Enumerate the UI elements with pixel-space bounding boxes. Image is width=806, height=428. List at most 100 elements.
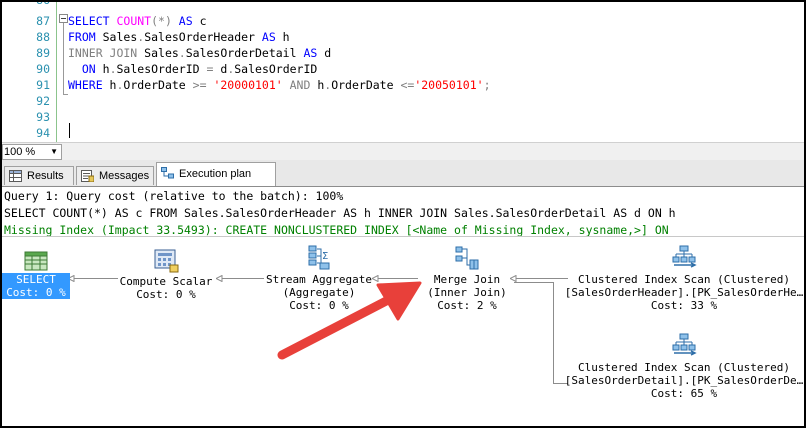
code-token: '20000101'	[213, 78, 290, 92]
node-name: SELECT	[16, 273, 56, 286]
plan-node-select[interactable]: SELECT Cost: 0 %	[2, 251, 70, 299]
plan-connector	[514, 282, 554, 283]
node-name: Clustered Index Scan (Clustered)	[578, 273, 790, 286]
merge-join-icon	[455, 246, 479, 270]
annotation-arrow-icon	[277, 281, 422, 360]
plan-node-compute-scalar[interactable]: Compute Scalar Cost: 0 %	[114, 249, 218, 301]
editor-status-bar: 100 % ▼	[2, 142, 804, 161]
zoom-value: 100 %	[4, 146, 36, 158]
chevron-down-icon: ▼	[50, 147, 58, 156]
node-name: Compute Scalar	[119, 275, 213, 288]
text-caret	[69, 123, 70, 138]
line-number: 94	[36, 126, 50, 140]
tab-label: Execution plan	[179, 168, 252, 180]
code-token: OrderDate	[123, 78, 193, 92]
node-cost: Cost: 2 %	[437, 299, 497, 312]
line-number: 87	[36, 14, 50, 28]
code-token: SalesOrderHeader	[144, 30, 262, 44]
code-token: COUNT	[116, 14, 152, 28]
code-token: h	[282, 30, 290, 44]
code-token: c	[199, 14, 207, 28]
code-token: AND	[289, 78, 318, 92]
code-line[interactable]: WHERE h.OrderDate >= '20000101' AND h.Or…	[68, 77, 491, 93]
code-token: SalesOrderID	[116, 62, 207, 76]
plan-node-merge-join[interactable]: Merge Join (Inner Join) Cost: 2 %	[420, 245, 514, 312]
line-number: 90	[36, 62, 50, 76]
line-number: 89	[36, 46, 50, 60]
plan-separator	[2, 236, 804, 237]
plan-node-clustered-index-scan-header[interactable]: Clustered Index Scan (Clustered) [SalesO…	[564, 245, 804, 312]
clustered-index-scan-icon	[672, 245, 697, 268]
node-name: Clustered Index Scan (Clustered)	[578, 361, 790, 374]
svg-text:Σ: Σ	[322, 251, 328, 262]
compute-scalar-icon	[154, 249, 179, 273]
code-token: AS	[178, 14, 200, 28]
plan-node-clustered-index-scan-detail[interactable]: Clustered Index Scan (Clustered) [SalesO…	[564, 333, 804, 400]
code-token: Sales	[144, 46, 179, 60]
code-token: OrderDate	[331, 78, 401, 92]
line-number: 92	[36, 94, 50, 108]
node-subtitle: (Inner Join)	[427, 286, 507, 299]
query-editor[interactable]: 86 87 88 89 90 91 92 93 94 SELECT COUNT(…	[2, 2, 804, 142]
plan-connector	[220, 278, 264, 279]
results-tabstrip: Results Messages Execution plan	[2, 160, 804, 187]
line-number: 93	[36, 110, 50, 124]
plan-connector	[553, 282, 554, 384]
node-cost: Cost: 65 %	[650, 387, 718, 400]
plan-connector	[72, 278, 118, 279]
query-cost-text: Query 1: Query cost (relative to the bat…	[4, 189, 344, 203]
stream-aggregate-icon: Σ	[308, 245, 330, 270]
code-token: .	[109, 62, 117, 76]
tab-execution-plan[interactable]: Execution plan	[156, 162, 276, 186]
code-token: >=	[192, 78, 214, 92]
node-label: SELECT Cost: 0 %	[2, 273, 70, 299]
node-object: [SalesOrderHeader].[PK_SalesOrderHe…	[564, 286, 804, 299]
code-token: FROM	[68, 30, 103, 44]
code-token: SalesOrderID	[234, 62, 318, 76]
collapse-icon[interactable]	[59, 14, 68, 23]
code-token: SELECT	[68, 14, 117, 28]
tab-messages[interactable]: Messages	[76, 166, 154, 185]
select-icon	[24, 251, 48, 271]
execution-plan-pane[interactable]: Query 1: Query cost (relative to the bat…	[2, 187, 804, 426]
code-token: Sales	[102, 30, 138, 44]
code-token: <=	[400, 78, 415, 92]
code-line[interactable]: SELECT COUNT(*) AS c	[68, 13, 207, 29]
line-number: 86	[2, 2, 50, 8]
code-line[interactable]: FROM Sales.SalesOrderHeader AS h	[68, 29, 290, 45]
outline-line	[63, 23, 64, 95]
line-number: 91	[36, 78, 50, 92]
code-token: h	[102, 62, 110, 76]
tab-label: Messages	[99, 170, 150, 182]
node-cost: Cost: 0 %	[136, 288, 196, 301]
query-text: SELECT COUNT(*) AS c FROM Sales.SalesOrd…	[4, 206, 676, 220]
code-token: ;	[483, 78, 491, 92]
line-number-gutter: 86 87 88 89 90 91 92 93 94	[2, 2, 56, 142]
code-token: WHERE	[68, 78, 110, 92]
messages-icon	[81, 170, 94, 182]
code-line[interactable]: INNER JOIN Sales.SalesOrderDetail AS d	[68, 45, 331, 61]
tab-label: Results	[27, 170, 64, 182]
code-token: (*)	[151, 14, 179, 28]
node-object: [SalesOrderDetail].[PK_SalesOrderDe…	[564, 374, 804, 387]
code-token: '20050101'	[414, 78, 484, 92]
node-cost: Cost: 0 %	[6, 286, 66, 299]
zoom-dropdown[interactable]: 100 % ▼	[2, 144, 62, 160]
code-token: AS	[261, 30, 283, 44]
ssms-window: 86 87 88 89 90 91 92 93 94 SELECT COUNT(…	[2, 2, 804, 426]
code-token: ON	[68, 62, 103, 76]
tab-results[interactable]: Results	[4, 166, 74, 185]
code-line[interactable]: ON h.SalesOrderID = d.SalesOrderID	[68, 61, 318, 77]
line-number: 88	[36, 30, 50, 44]
code-token: INNER JOIN	[68, 46, 145, 60]
gutter-divider	[56, 2, 57, 142]
code-token: AS	[303, 46, 325, 60]
plan-connector	[514, 278, 568, 279]
grid-icon	[9, 170, 22, 182]
outline-line-end	[63, 94, 68, 95]
node-cost: Cost: 33 %	[650, 299, 718, 312]
code-token: =	[206, 62, 221, 76]
execution-plan-icon	[161, 167, 174, 179]
clustered-index-scan-icon	[672, 333, 697, 356]
code-token: d	[324, 46, 332, 60]
